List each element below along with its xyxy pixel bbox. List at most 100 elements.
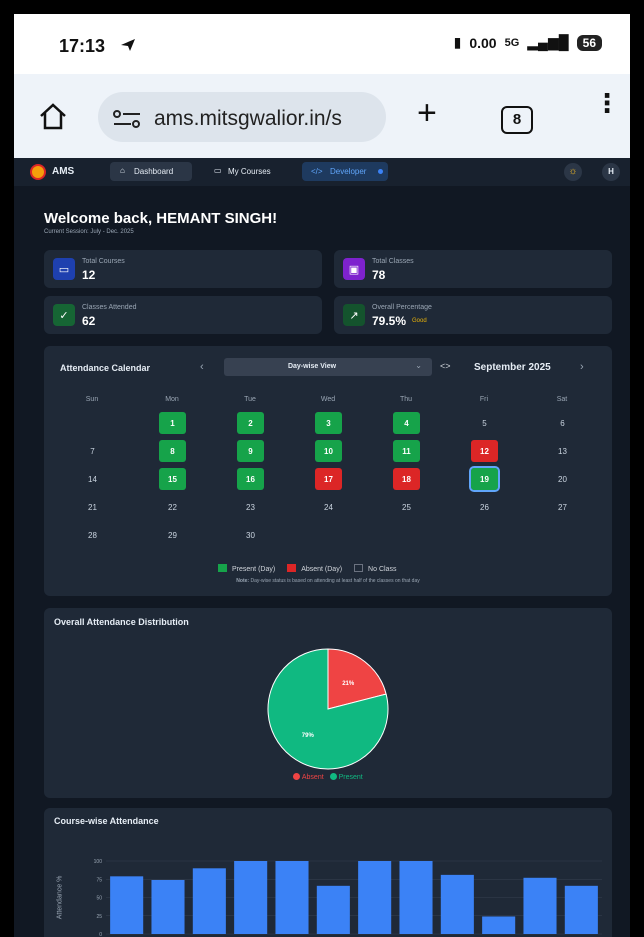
nav-my-courses-label: My Courses xyxy=(228,167,271,176)
phone-screen: 17:13 ▮ 0.00 5G ▂▄▆█ 56 ams.mitsgwalior.… xyxy=(14,14,630,937)
nav-my-courses[interactable]: ▭ My Courses xyxy=(214,162,288,181)
calendar-day[interactable]: 9 xyxy=(237,440,264,462)
calendar-day[interactable]: 17 xyxy=(315,468,342,490)
weekday-header: Tue xyxy=(244,396,256,403)
code-toggle-icon[interactable]: <> xyxy=(440,361,451,371)
book-icon: ▭ xyxy=(53,258,75,280)
vibrate-icon: ▮ xyxy=(453,34,462,50)
view-select[interactable]: Day-wise View ⌄ xyxy=(224,358,432,376)
url-text[interactable]: ams.mitsgwalior.in/s xyxy=(154,107,378,131)
nav-developer[interactable]: </> Developer xyxy=(302,162,388,181)
legend-present: Present (Day) xyxy=(218,564,275,573)
y-tick-label: 0 xyxy=(99,932,102,937)
pie-label: 79% xyxy=(302,733,315,739)
bar[interactable] xyxy=(234,861,268,934)
location-arrow-icon xyxy=(121,39,135,51)
home-icon[interactable] xyxy=(38,102,68,130)
site-settings-icon[interactable] xyxy=(112,110,142,128)
weekday-header: Sun xyxy=(85,396,99,403)
calendar-day[interactable]: 22 xyxy=(159,496,186,518)
distribution-title: Overall Attendance Distribution xyxy=(54,617,189,627)
bar[interactable] xyxy=(151,879,185,934)
calendar-day[interactable]: 26 xyxy=(471,496,498,518)
calendar-day[interactable]: 16 xyxy=(237,468,264,490)
weekday-header: Mon xyxy=(165,396,179,403)
chevron-down-icon: ⌄ xyxy=(415,361,422,370)
clock: 17:13 xyxy=(59,36,106,56)
bar[interactable] xyxy=(192,868,226,934)
net-speed: 0.00 xyxy=(469,34,497,51)
new-tab-icon[interactable]: + xyxy=(417,94,437,133)
status-badge: Good xyxy=(412,318,427,324)
page-title: Welcome back, HEMANT SINGH! xyxy=(44,210,278,227)
calendar-day[interactable]: 18 xyxy=(393,468,420,490)
nav-dashboard[interactable]: ⌂ Dashboard xyxy=(110,162,192,181)
note-label: Note: xyxy=(236,578,250,584)
calendar-day[interactable]: 23 xyxy=(237,496,264,518)
stat-card-total-classes: ▣ Total Classes 78 xyxy=(334,250,612,288)
y-tick-label: 50 xyxy=(96,896,102,902)
note-text: Day-wise status is based on attending at… xyxy=(250,578,420,584)
bar[interactable] xyxy=(275,861,309,934)
more-menu-icon[interactable]: ⋮ xyxy=(594,90,620,116)
calendar-note: Note: Day-wise status is based on attend… xyxy=(44,578,612,584)
calendar-day[interactable]: 21 xyxy=(79,496,106,518)
bar[interactable] xyxy=(523,877,557,934)
calendar-day[interactable]: 14 xyxy=(79,468,106,490)
calendar-day[interactable]: 1 xyxy=(159,412,186,434)
calendar-day[interactable]: 3 xyxy=(315,412,342,434)
bar[interactable] xyxy=(399,861,433,934)
calendar-day[interactable]: 2 xyxy=(237,412,264,434)
theme-toggle-icon[interactable]: ☼ xyxy=(564,163,582,181)
stat-card-overall-percentage: ↗ Overall Percentage 79.5% Good xyxy=(334,296,612,334)
calendar-day[interactable]: 11 xyxy=(393,440,420,462)
avatar[interactable]: H xyxy=(602,163,620,181)
calendar-day[interactable]: 10 xyxy=(315,440,342,462)
calendar-day[interactable]: 25 xyxy=(393,496,420,518)
legend-absent-label: Absent (Day) xyxy=(301,566,343,573)
calendar-day[interactable]: 24 xyxy=(315,496,342,518)
stat-label: Total Classes xyxy=(372,258,414,265)
calendar-day[interactable]: 29 xyxy=(159,524,186,546)
stat-value: 62 xyxy=(82,314,96,328)
chevron-left-icon[interactable]: ‹ xyxy=(200,361,204,373)
bar[interactable] xyxy=(440,874,474,934)
ams-app: AMS ⌂ Dashboard ▭ My Courses </> Develop… xyxy=(14,158,630,937)
stat-value: 12 xyxy=(82,268,96,282)
calendar-day[interactable]: 19 xyxy=(469,466,500,492)
session-text: Current Session: July - Dec. 2025 xyxy=(44,229,134,235)
top-nav: AMS ⌂ Dashboard ▭ My Courses </> Develop… xyxy=(14,158,630,186)
calendar-day[interactable]: 7 xyxy=(79,440,106,462)
calendar-day[interactable]: 15 xyxy=(159,468,186,490)
calendar-day[interactable]: 30 xyxy=(237,524,264,546)
legend-none-label: No Class xyxy=(368,566,397,573)
bar[interactable] xyxy=(564,885,598,934)
calendar-day[interactable]: 5 xyxy=(471,412,498,434)
calendar-day[interactable]: 13 xyxy=(549,440,576,462)
legend-absent: Absent (Day) xyxy=(287,564,342,573)
calendar-day[interactable]: 27 xyxy=(549,496,576,518)
tab-switcher-button[interactable]: 8 xyxy=(501,106,533,134)
calendar-month: September 2025 xyxy=(474,362,551,373)
bar[interactable] xyxy=(482,916,516,934)
calendar-day[interactable]: 8 xyxy=(159,440,186,462)
bar[interactable] xyxy=(358,861,392,934)
y-tick-label: 100 xyxy=(94,859,103,865)
nav-dashboard-label: Dashboard xyxy=(134,167,174,176)
bar[interactable] xyxy=(316,885,350,934)
calendar-day[interactable]: 4 xyxy=(393,412,420,434)
course-wise-card: Course-wise Attendance Attendance % 0 25 5… xyxy=(44,808,612,937)
brand-name: AMS xyxy=(52,166,75,177)
calendar-day[interactable]: 6 xyxy=(549,412,576,434)
calendar-day[interactable]: 12 xyxy=(471,440,498,462)
check-circle-icon: ✓ xyxy=(53,304,75,326)
pie-legend: Absent Present xyxy=(44,773,612,781)
calendar-day[interactable]: 28 xyxy=(79,524,106,546)
stat-card-classes-attended: ✓ Classes Attended 62 xyxy=(44,296,322,334)
chevron-right-icon[interactable]: › xyxy=(580,361,584,373)
calendar-icon: ▣ xyxy=(343,258,365,280)
bar[interactable] xyxy=(110,876,144,934)
legend-absent-label: Absent xyxy=(301,774,324,781)
weekday-header: Thu xyxy=(399,396,413,403)
calendar-day[interactable]: 20 xyxy=(549,468,576,490)
